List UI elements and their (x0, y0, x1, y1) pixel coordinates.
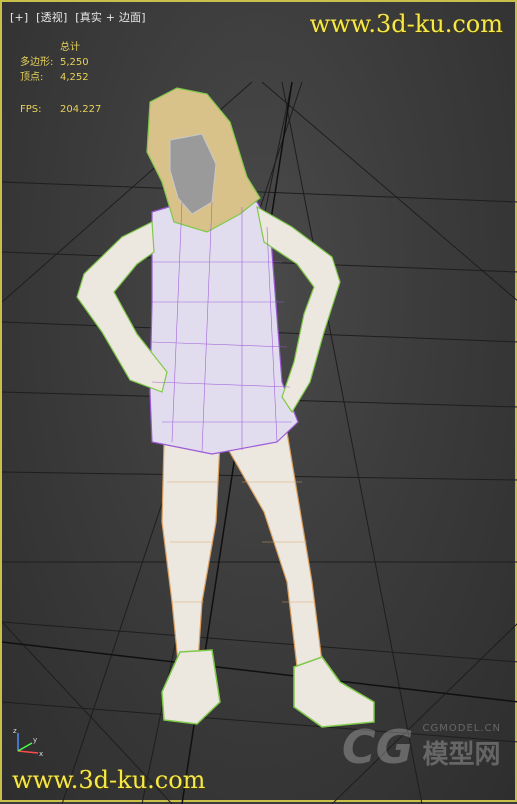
cg-logo-mark: CG (341, 720, 414, 774)
perspective-viewport[interactable]: [+] [透视] [真实 + 边面] 总计 多边形: 5,250 顶点: 4,2… (0, 0, 517, 804)
polygons-label: 多边形: (20, 57, 54, 68)
vertices-value: 4,252 (60, 72, 89, 83)
fps-value: 204.227 (60, 104, 102, 115)
axis-label-y: y (33, 736, 37, 744)
fps-label: FPS: (20, 104, 42, 115)
watermark-bottom: www.3d-ku.com (12, 766, 206, 794)
vertices-label: 顶点: (20, 72, 44, 83)
grid-axis-x (2, 641, 517, 703)
viewport-menu-plus[interactable]: [+] (10, 11, 28, 24)
right-leg (223, 431, 323, 668)
viewport-menu-perspective[interactable]: [透视] (36, 11, 67, 24)
watermark-top: www.3d-ku.com (309, 10, 503, 38)
axis-label-x: x (39, 750, 43, 757)
stats-total-heading: 总计 (60, 42, 80, 53)
axis-gizmo: z x y (12, 727, 48, 760)
scene-canvas[interactable] (2, 2, 517, 804)
cgmodel-logo: CG CGMODEL.CN 模型网 (342, 720, 501, 774)
viewport-menu-shading[interactable]: [真实 + 边面] (75, 11, 146, 24)
polygons-value: 5,250 (60, 57, 89, 68)
statistics-overlay: 总计 多边形: 5,250 顶点: 4,252 (20, 40, 89, 85)
left-leg (161, 441, 221, 663)
right-shoe (293, 656, 375, 728)
fps-readout: FPS: 204.227 (20, 104, 101, 115)
cg-logo-big-text: 模型网 (422, 740, 501, 770)
cg-logo-small-text: CGMODEL.CN (422, 723, 501, 734)
axis-gizmo-icon: z x y (13, 727, 43, 758)
axis-label-z: z (13, 727, 17, 735)
viewport-label[interactable]: [+] [透视] [真实 + 边面] (10, 9, 150, 25)
